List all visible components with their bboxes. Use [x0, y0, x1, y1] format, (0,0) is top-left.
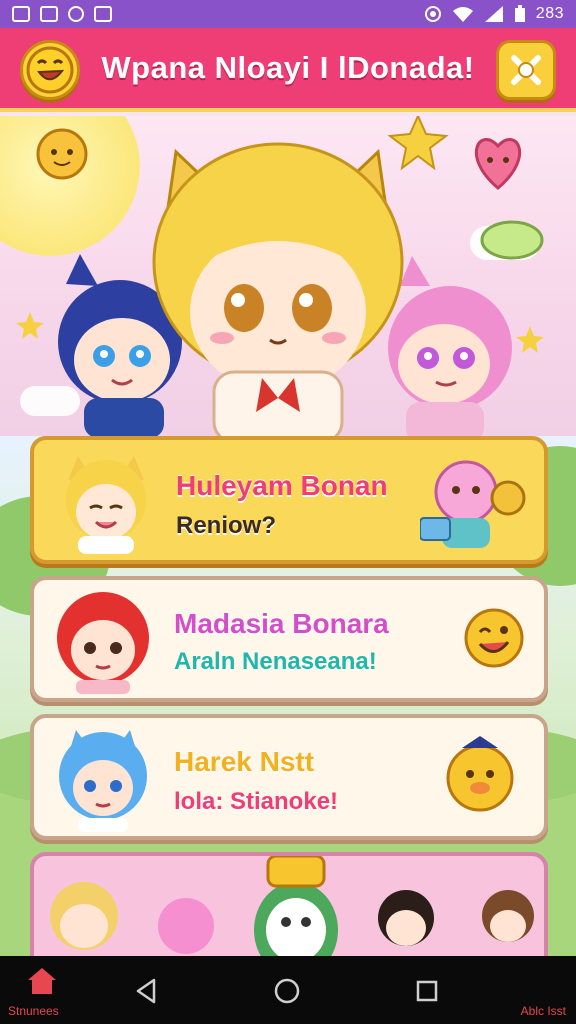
- character-avatar: [59, 730, 147, 832]
- system-nav-bar: Stnunees Ablc Isst: [0, 956, 576, 1024]
- home-circle-icon[interactable]: [273, 977, 301, 1005]
- clock: 283: [535, 5, 564, 22]
- menu-card-1-title: Huleyam Bonan: [176, 470, 388, 501]
- menu-card-3[interactable]: Harek Nstt lola: Stianoke!: [30, 714, 548, 840]
- status-bar: 283: [0, 0, 576, 28]
- menu-card-2-title: Madasia Bonara: [174, 608, 389, 639]
- hero-banner: [0, 116, 576, 436]
- characters-group: [50, 856, 534, 966]
- close-game-button[interactable]: [496, 40, 556, 100]
- game-icon: [94, 6, 112, 22]
- battery-icon: [514, 5, 525, 22]
- back-icon[interactable]: [134, 978, 158, 1004]
- recents-icon[interactable]: [415, 979, 439, 1003]
- character-avatar: [66, 456, 146, 554]
- menu-card-1[interactable]: Huleyam Bonan Reniow?: [30, 436, 548, 564]
- profile-button[interactable]: [20, 40, 80, 100]
- menu-card-3-subtitle: lola: Stianoke!: [174, 788, 339, 815]
- menu-card-2[interactable]: Madasia Bonara Araln Nenaseana!: [30, 576, 548, 702]
- smiley-face-icon: [26, 46, 74, 94]
- location-icon: [424, 6, 441, 22]
- character-avatar: [57, 592, 149, 694]
- wifi-icon: [452, 7, 473, 22]
- gallery-icon: [12, 6, 30, 22]
- nav-left-label[interactable]: Stnunees: [8, 1004, 59, 1018]
- app-title: Wpana Nloayi I lDonada!: [101, 50, 475, 85]
- crossed-bones-icon: [511, 55, 541, 85]
- hero-characters: [16, 116, 544, 436]
- menu-card-1-subtitle: Reniow?: [176, 512, 276, 539]
- sync-icon: [68, 6, 84, 22]
- pink-cat-mascot-icon: [420, 460, 526, 548]
- yellow-bird-mascot-icon: [446, 736, 514, 812]
- smiley-face-icon: [464, 608, 524, 668]
- menu-card-2-subtitle: Araln Nenaseana!: [174, 648, 377, 675]
- home-icon[interactable]: [26, 966, 58, 996]
- nav-right-label[interactable]: Ablc Isst: [521, 1004, 566, 1018]
- signal-icon: [484, 6, 503, 22]
- sim-icon: [40, 6, 58, 22]
- menu-card-3-title: Harek Nstt: [174, 746, 315, 777]
- menu-card-4[interactable]: [30, 852, 548, 972]
- app-header: Wpana Nloayi I lDonada!: [0, 28, 576, 112]
